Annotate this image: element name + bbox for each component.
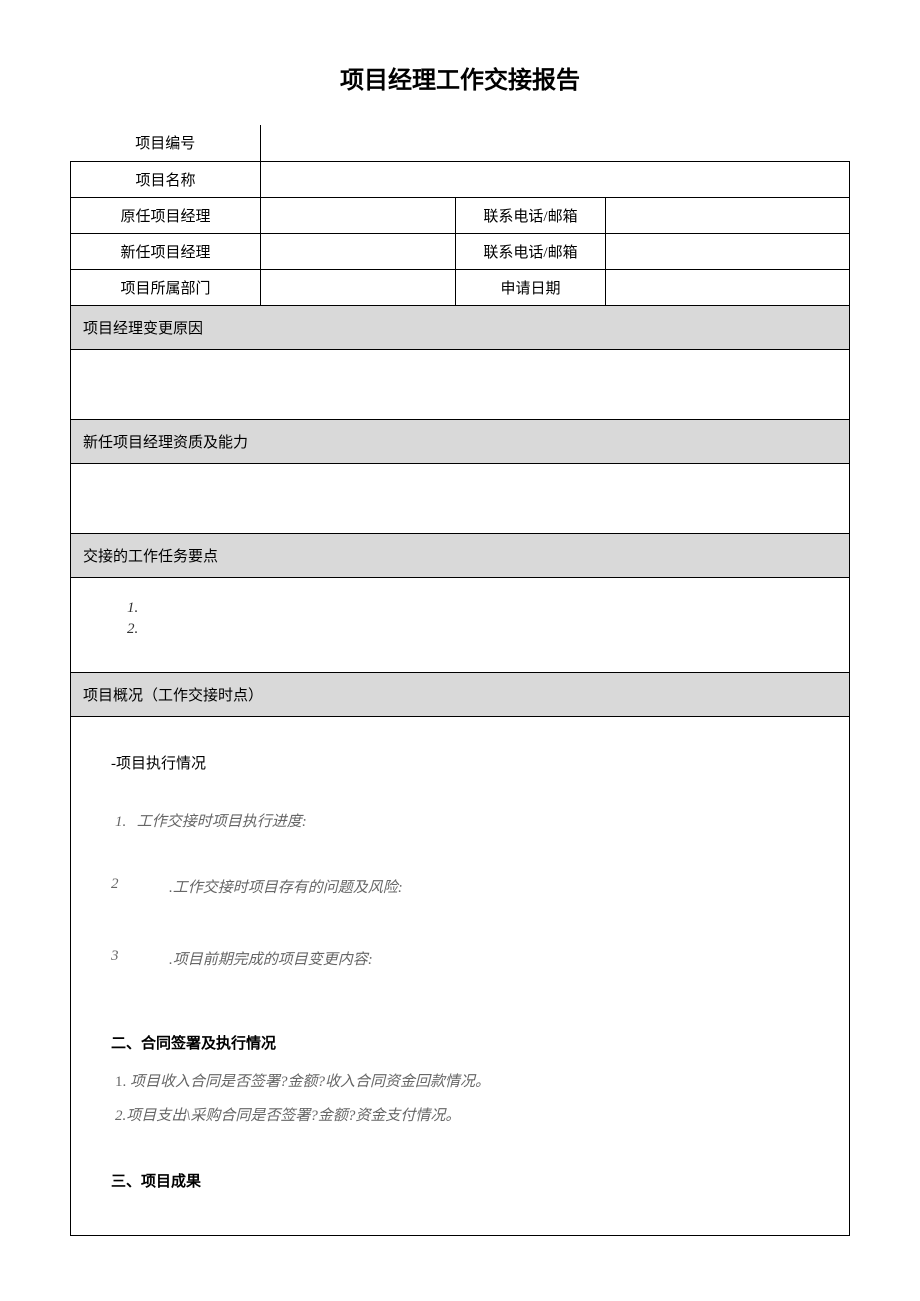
ov-s1-i1-num: 1. bbox=[115, 807, 133, 837]
ov-s1-i3-text: .项目前期完成的项目变更内容: bbox=[169, 945, 373, 975]
handover-item-2: 2. bbox=[127, 621, 819, 638]
ov-s2-i1-num: 1. bbox=[115, 1074, 126, 1090]
value-prev-pm[interactable] bbox=[261, 197, 456, 233]
row-project-name: 项目名称 bbox=[71, 161, 850, 197]
value-dept[interactable] bbox=[261, 269, 456, 305]
textarea-handover-points[interactable]: 1. 2. bbox=[71, 577, 850, 672]
value-new-pm-contact[interactable] bbox=[606, 233, 850, 269]
label-prev-pm-contact: 联系电话/邮箱 bbox=[456, 197, 606, 233]
row-dept: 项目所属部门 申请日期 bbox=[71, 269, 850, 305]
header-change-reason: 项目经理变更原因 bbox=[71, 305, 850, 349]
row-prev-pm: 原任项目经理 联系电话/邮箱 bbox=[71, 197, 850, 233]
overview-sec3-title: 三、项目成果 bbox=[111, 1167, 819, 1197]
ov-s2-i1-text: 项目收入合同是否签署?金额?收入合同资金回款情况。 bbox=[130, 1074, 490, 1090]
ov-s2-i2: 2.项目支出\采购合同是否签署?金额?资金支付情况。 bbox=[115, 1101, 819, 1131]
section-handover-points: 交接的工作任务要点 bbox=[71, 533, 850, 577]
doc-title: 项目经理工作交接报告 bbox=[70, 60, 850, 95]
section-change-reason: 项目经理变更原因 bbox=[71, 305, 850, 349]
ov-s1-i1-text: 工作交接时项目执行进度: bbox=[137, 814, 307, 830]
value-prev-pm-contact[interactable] bbox=[606, 197, 850, 233]
header-new-pm-qual: 新任项目经理资质及能力 bbox=[71, 419, 850, 463]
ov-s1-i2-num: 2 bbox=[111, 869, 129, 907]
row-project-no: 项目编号 bbox=[71, 125, 850, 161]
value-project-name[interactable] bbox=[261, 161, 850, 197]
form-table: 项目编号 项目名称 原任项目经理 联系电话/邮箱 新任项目经理 联系电话/邮箱 … bbox=[70, 125, 850, 1236]
textarea-overview[interactable]: -项目执行情况 1. 工作交接时项目执行进度: 2 .工作交接时项目存有的问题及… bbox=[71, 716, 850, 1235]
label-new-pm: 新任项目经理 bbox=[71, 233, 261, 269]
value-new-pm[interactable] bbox=[261, 233, 456, 269]
section-overview: 项目概况（工作交接时点） bbox=[71, 672, 850, 716]
row-new-pm: 新任项目经理 联系电话/邮箱 bbox=[71, 233, 850, 269]
value-project-no[interactable] bbox=[261, 125, 850, 161]
label-prev-pm: 原任项目经理 bbox=[71, 197, 261, 233]
handover-item-1: 1. bbox=[127, 600, 819, 617]
ov-s1-i3-num: 3 bbox=[111, 941, 129, 979]
label-new-pm-contact: 联系电话/邮箱 bbox=[456, 233, 606, 269]
content-handover-points: 1. 2. bbox=[71, 577, 850, 672]
content-new-pm-qual bbox=[71, 463, 850, 533]
overview-sec2-title: 二、合同签署及执行情况 bbox=[111, 1029, 819, 1059]
content-change-reason bbox=[71, 349, 850, 419]
label-project-no: 项目编号 bbox=[71, 125, 261, 161]
header-overview: 项目概况（工作交接时点） bbox=[71, 672, 850, 716]
overview-sec1-title: -项目执行情况 bbox=[111, 749, 819, 779]
label-apply-date: 申请日期 bbox=[456, 269, 606, 305]
section-new-pm-qual: 新任项目经理资质及能力 bbox=[71, 419, 850, 463]
ov-s1-i2-text: .工作交接时项目存有的问题及风险: bbox=[169, 873, 403, 903]
label-dept: 项目所属部门 bbox=[71, 269, 261, 305]
value-apply-date[interactable] bbox=[606, 269, 850, 305]
content-overview: -项目执行情况 1. 工作交接时项目执行进度: 2 .工作交接时项目存有的问题及… bbox=[71, 716, 850, 1235]
textarea-new-pm-qual[interactable] bbox=[71, 463, 850, 533]
textarea-change-reason[interactable] bbox=[71, 349, 850, 419]
label-project-name: 项目名称 bbox=[71, 161, 261, 197]
header-handover-points: 交接的工作任务要点 bbox=[71, 533, 850, 577]
